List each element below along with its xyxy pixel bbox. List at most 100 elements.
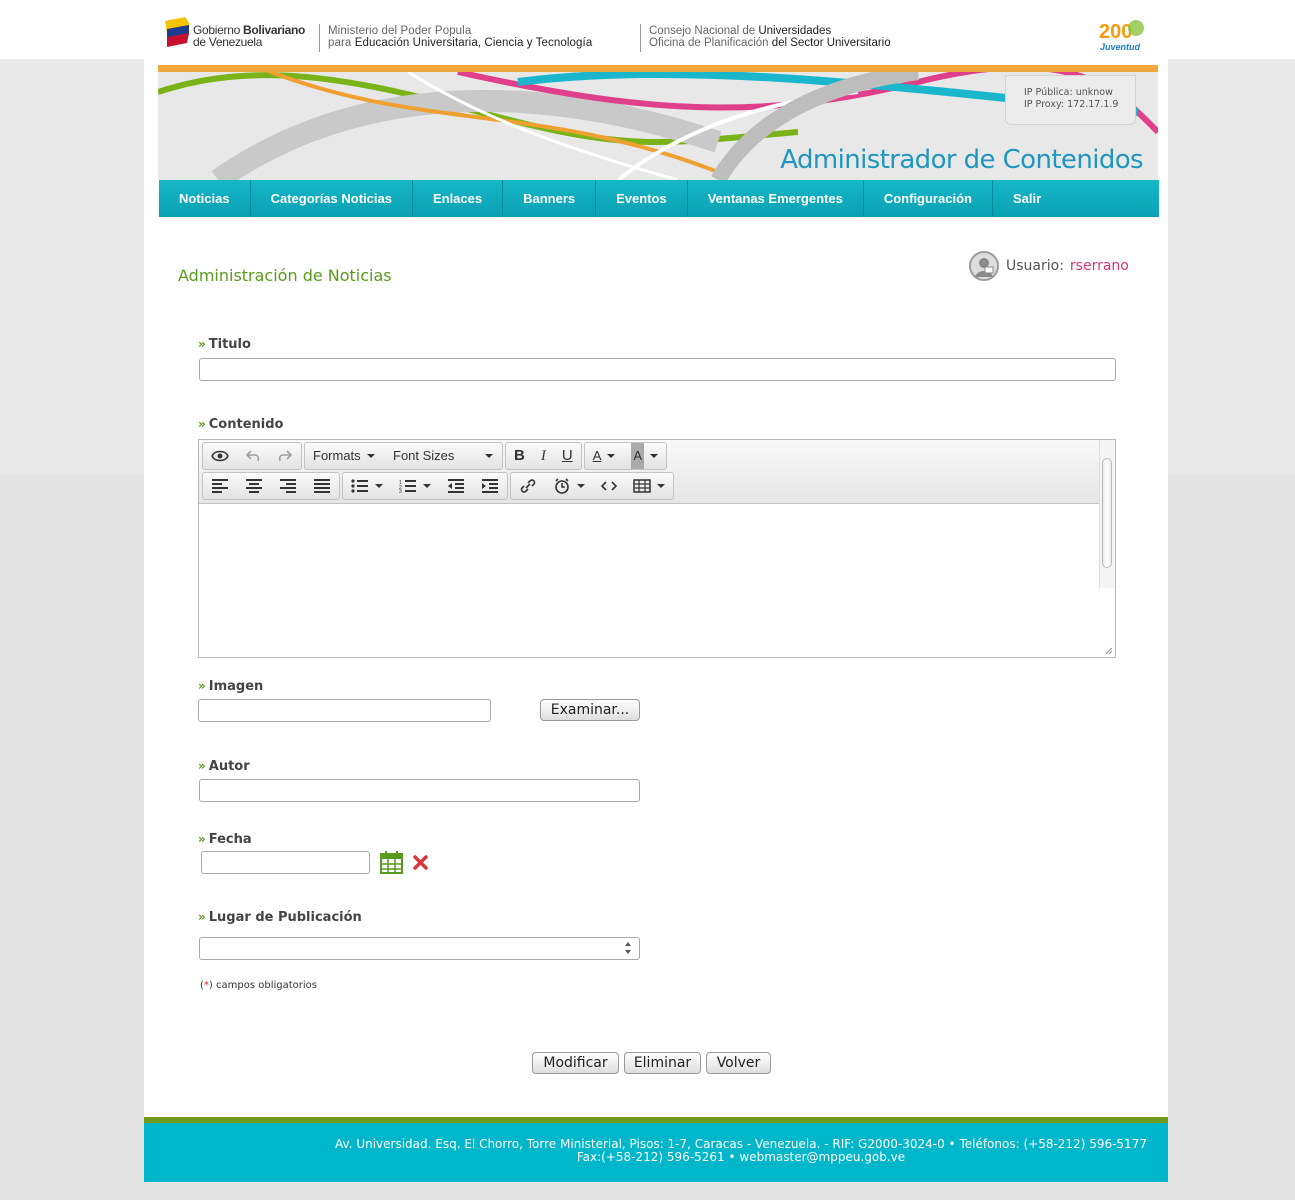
imagen-file-input[interactable] — [198, 699, 491, 722]
toolbar-group-style: B I U — [505, 442, 582, 470]
contenido-label: » Contenido — [198, 417, 283, 432]
editor-scrollbar[interactable] — [1099, 440, 1115, 588]
fecha-label-text: Fecha — [208, 832, 252, 847]
toolbar-row-1: Formats Font Sizes B I U A A — [202, 442, 669, 470]
imagen-label: » Imagen — [198, 679, 263, 694]
background-color-button[interactable]: A — [623, 443, 666, 469]
double-chevron-icon: » — [198, 417, 206, 431]
gobierno-bolivariano-logo[interactable]: Gobierno Bolivariano de Venezuela — [163, 14, 313, 50]
nav-item-eventos[interactable]: Eventos — [596, 180, 688, 217]
venezuela-flag-icon — [165, 17, 189, 47]
align-center-icon[interactable] — [237, 473, 271, 499]
required-note: (*) campos obligatorios — [200, 980, 317, 991]
table-icon[interactable] — [625, 473, 673, 499]
chevron-down-icon — [366, 454, 375, 458]
browse-button[interactable]: Examinar... — [540, 699, 640, 721]
required-note-text: campos obligatorios — [216, 980, 317, 991]
indent-icon[interactable] — [473, 473, 507, 499]
footer: Av. Universidad. Esq. El Chorro, Torre M… — [144, 1123, 1168, 1182]
editor-content-area[interactable] — [199, 504, 1100, 657]
consejo-name[interactable]: Consejo Nacional de Universidades Oficin… — [649, 25, 891, 49]
double-chevron-icon: » — [198, 679, 206, 693]
rich-text-editor: Formats Font Sizes B I U A A 1 2 3 — [198, 439, 1116, 658]
chevron-down-icon — [577, 484, 585, 488]
editor-scroll-thumb[interactable] — [1102, 458, 1112, 568]
juventud-logo-icon: 200 Juventud — [1099, 20, 1144, 52]
align-justify-icon[interactable] — [305, 473, 339, 499]
ministry-line1: Ministerio del Poder Popula — [328, 25, 472, 37]
banner-orange-stripe — [158, 65, 1158, 72]
user-info: Usuario: rserrano — [969, 250, 1129, 282]
italic-button[interactable]: I — [533, 443, 554, 469]
fecha-label: » Fecha — [198, 832, 252, 847]
calendar-icon[interactable] — [380, 851, 403, 874]
source-code-icon[interactable] — [593, 473, 625, 499]
toolbar-group-format: Formats Font Sizes — [304, 442, 503, 470]
ip-proxy: IP Proxy: 172.17.1.9 — [1024, 99, 1119, 110]
ministry-line2-prefix: para — [328, 37, 352, 49]
nav-item-salir[interactable]: Salir — [993, 180, 1061, 217]
volver-button[interactable]: Volver — [706, 1052, 771, 1074]
formats-label: Formats — [313, 448, 361, 463]
main-nav: Noticias Categorías Noticias Enlaces Ban… — [159, 180, 1159, 217]
double-chevron-icon: » — [198, 337, 206, 351]
undo-icon[interactable] — [237, 443, 269, 469]
select-updown-icon — [625, 942, 631, 954]
align-left-icon[interactable] — [203, 473, 237, 499]
contenido-label-text: Contenido — [208, 417, 284, 432]
bold-button[interactable]: B — [506, 443, 533, 469]
link-icon[interactable] — [511, 473, 545, 499]
underline-button[interactable]: U — [554, 443, 581, 469]
ministry-line2-bold: Educación Universitaria, Ciencia y Tecno… — [354, 37, 593, 49]
ip-public: IP Pública: unknow — [1024, 87, 1113, 98]
autor-label: » Autor — [198, 759, 250, 774]
juv-logo-number: 200 — [1099, 21, 1132, 43]
required-asterisk: * — [203, 980, 209, 991]
nav-item-banners[interactable]: Banners — [503, 180, 597, 217]
preview-eye-icon[interactable] — [203, 443, 237, 469]
juventud-logo[interactable]: 200 Juventud — [1097, 16, 1145, 56]
fecha-input[interactable] — [201, 851, 370, 874]
toolbar-group-view — [202, 442, 302, 470]
text-color-button[interactable]: A — [585, 443, 624, 469]
user-avatar-icon — [969, 251, 999, 281]
toolbar-group-color: A A — [583, 442, 668, 470]
editor-toolbar: Formats Font Sizes B I U A A 1 2 3 — [199, 440, 1100, 504]
ministry-name[interactable]: Ministerio del Poder Popula para Educaci… — [328, 25, 592, 49]
autor-input[interactable] — [199, 779, 640, 802]
toolbar-row-2: 123 — [202, 472, 676, 500]
gobierno-logo-text: Gobierno Bolivariano de Venezuela — [193, 24, 305, 48]
header-banner: IP Pública: unknow IP Proxy: 172.17.1.9 … — [158, 65, 1158, 180]
resize-handle-icon[interactable] — [1104, 646, 1113, 655]
titulo-input[interactable] — [199, 358, 1116, 381]
formats-dropdown[interactable]: Formats — [305, 443, 385, 469]
nav-item-categorias-noticias[interactable]: Categorías Noticias — [251, 180, 413, 217]
nav-item-ventanas-emergentes[interactable]: Ventanas Emergentes — [688, 180, 864, 217]
nav-item-configuracion[interactable]: Configuración — [864, 180, 993, 217]
lugar-select[interactable] — [199, 937, 640, 960]
eliminar-button[interactable]: Eliminar — [624, 1052, 701, 1074]
outdent-icon[interactable] — [439, 473, 473, 499]
double-chevron-icon: » — [198, 910, 206, 924]
align-right-icon[interactable] — [271, 473, 305, 499]
consejo-line2-prefix: Oficina de Planificación — [649, 37, 769, 49]
nav-item-noticias[interactable]: Noticias — [159, 180, 251, 217]
double-chevron-icon: » — [198, 759, 206, 773]
clear-date-icon[interactable] — [413, 855, 428, 870]
clock-icon[interactable] — [545, 473, 593, 499]
chevron-down-icon — [375, 484, 383, 488]
font-sizes-label: Font Sizes — [393, 448, 455, 463]
user-name[interactable]: rserrano — [1070, 258, 1129, 274]
nav-item-enlaces[interactable]: Enlaces — [413, 180, 504, 217]
modificar-button[interactable]: Modificar — [532, 1052, 619, 1074]
font-sizes-dropdown[interactable]: Font Sizes — [385, 443, 501, 469]
main-container: IP Pública: unknow IP Proxy: 172.17.1.9 … — [144, 59, 1168, 1182]
redo-icon[interactable] — [269, 443, 301, 469]
consejo-line1-bold: Universidades — [758, 25, 832, 37]
footer-contact[interactable]: Fax:(+58-212) 596-5261 • webmaster@mppeu… — [144, 1151, 1168, 1164]
numbered-list-icon[interactable]: 123 — [391, 473, 439, 499]
titulo-label: » Titulo — [198, 337, 251, 352]
titulo-label-text: Titulo — [208, 337, 251, 352]
bullet-list-icon[interactable] — [343, 473, 391, 499]
header-divider — [640, 24, 641, 52]
